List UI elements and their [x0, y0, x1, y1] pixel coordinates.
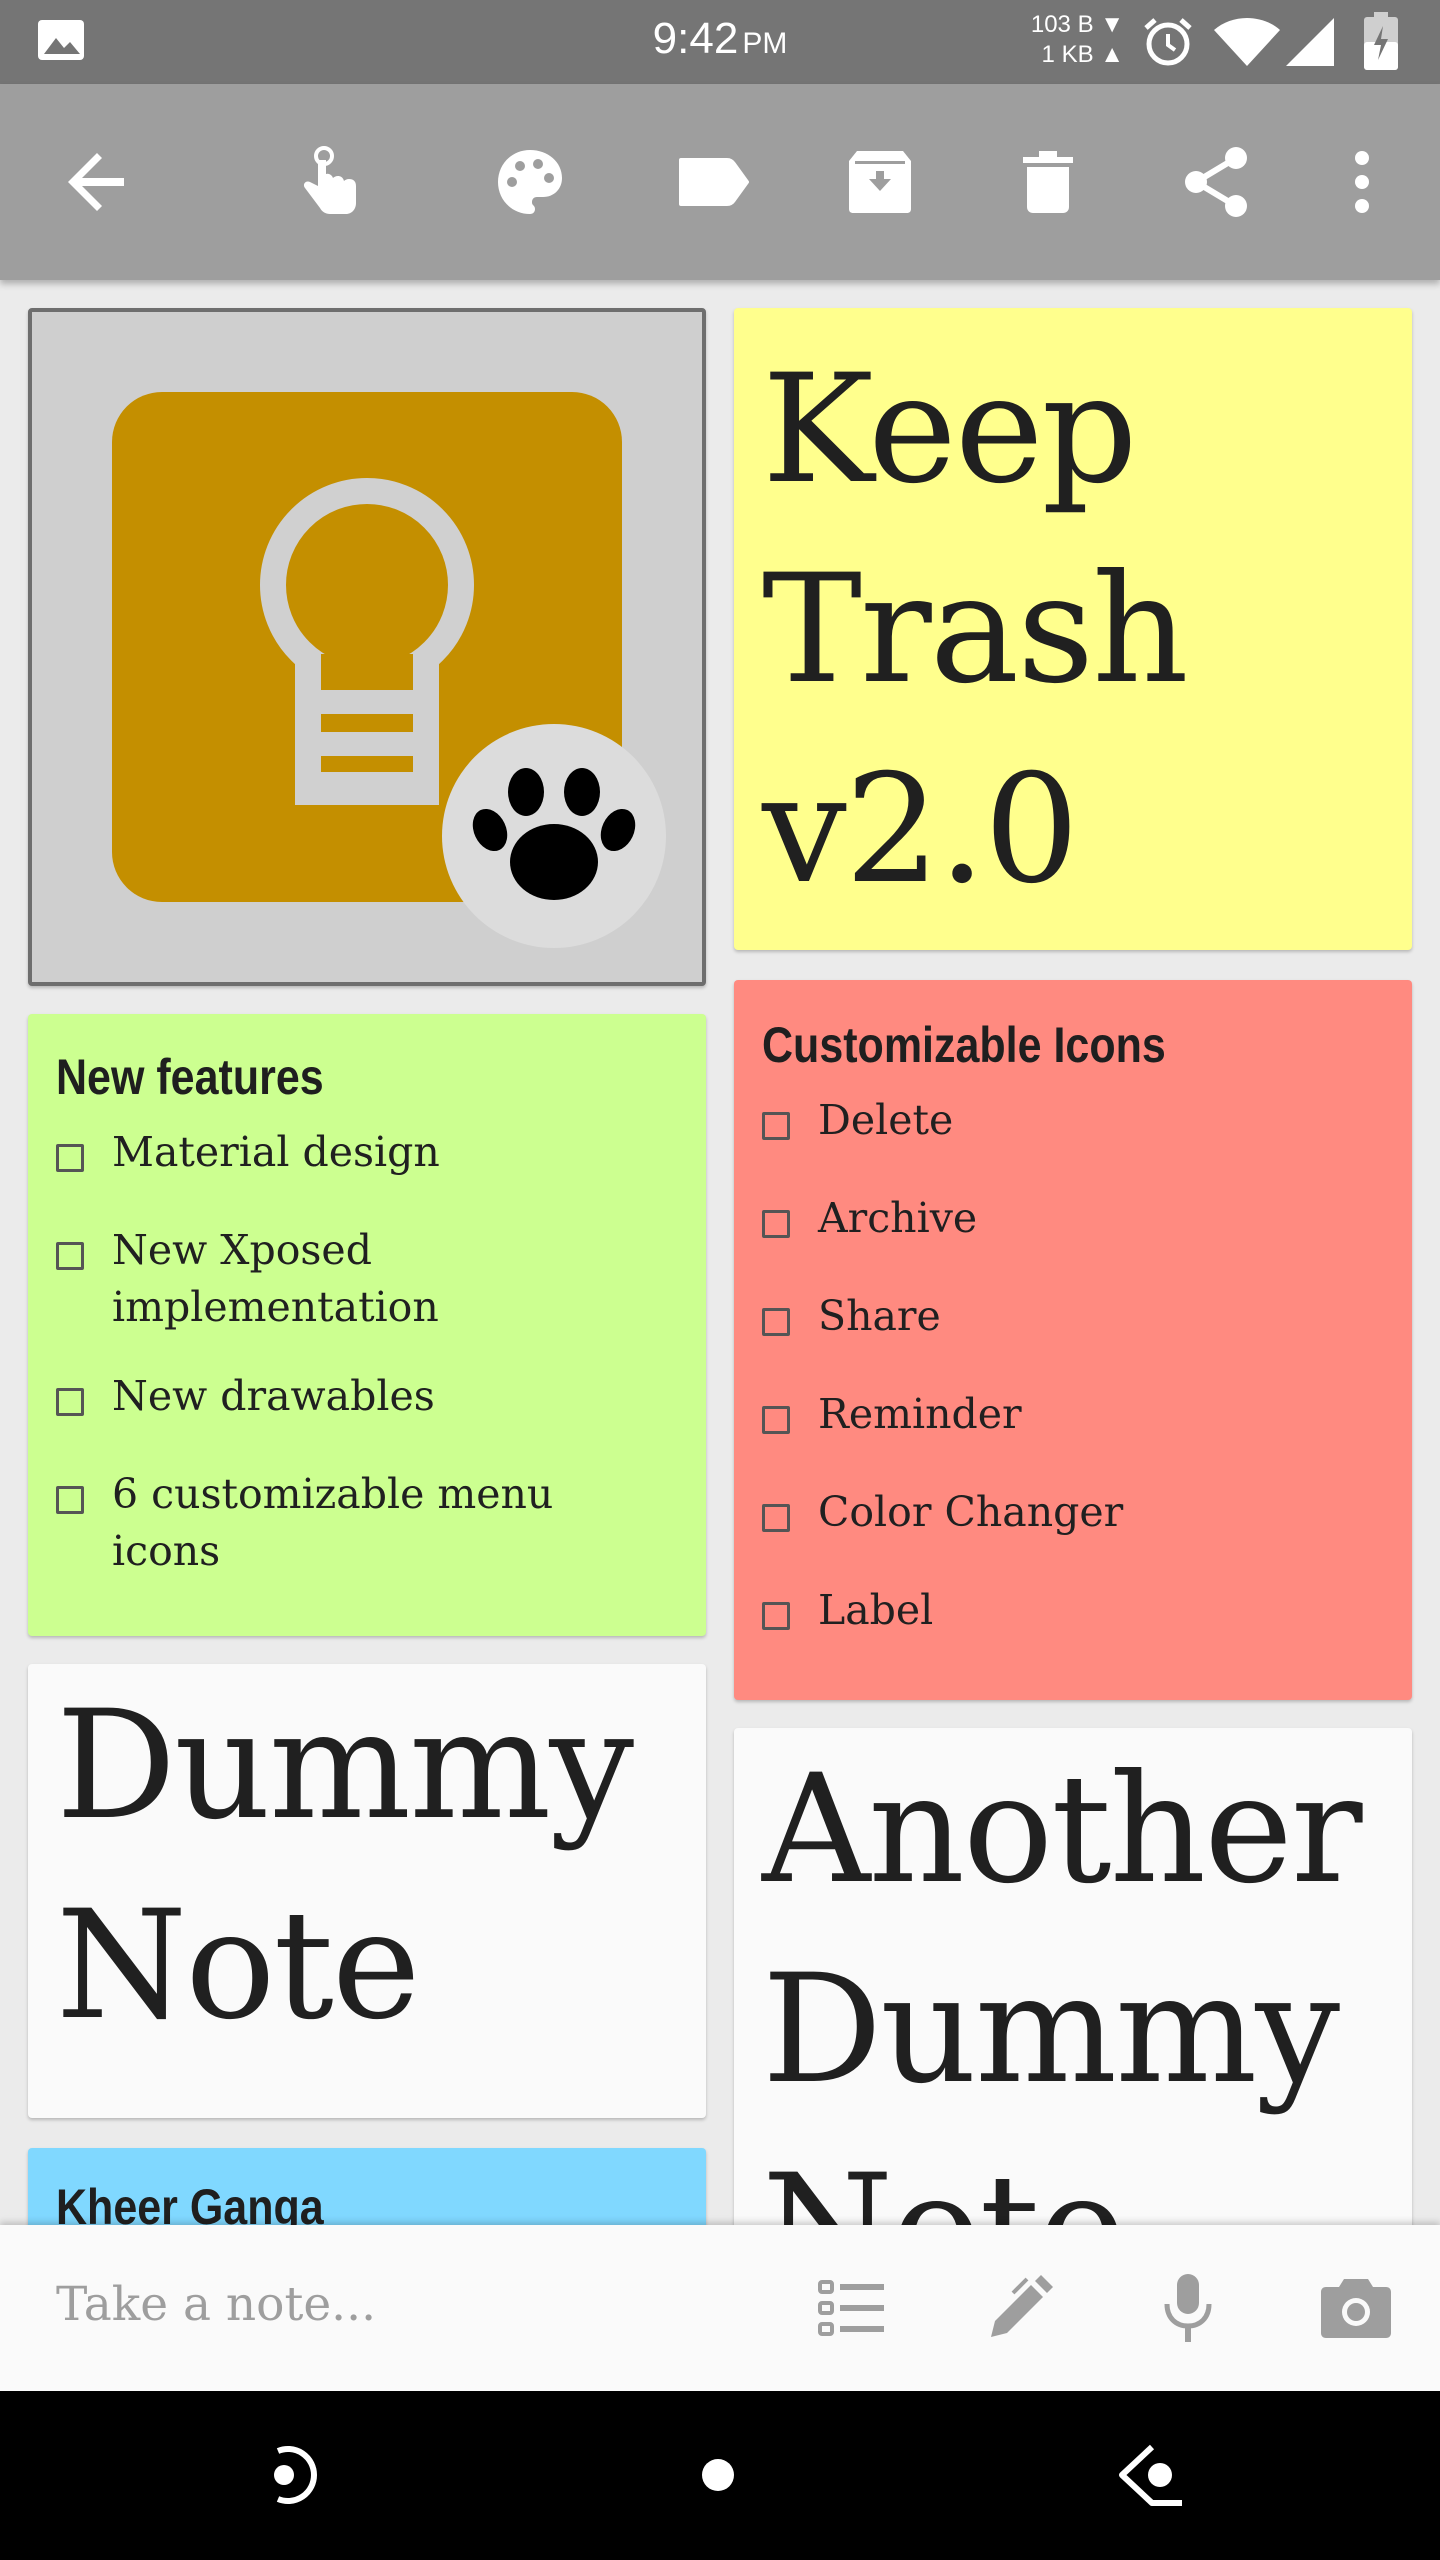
checklist-item: 6 customizable menu icons — [56, 1466, 686, 1580]
notes-grid: Keep Trash v2.0 New features Material de… — [0, 280, 1440, 2225]
share-icon[interactable] — [1166, 132, 1266, 232]
kheer-ganga-note-card[interactable]: Kheer Ganga — [28, 2148, 706, 2225]
image-note-card[interactable] — [28, 308, 706, 986]
note-title: Kheer Ganga — [56, 2179, 324, 2225]
checklist-item: Delete — [762, 1092, 1392, 1149]
system-nav-bar — [0, 2391, 1440, 2560]
checklist-item: Archive — [762, 1190, 1392, 1247]
pen-icon[interactable] — [970, 2258, 1070, 2358]
home-icon[interactable] — [668, 2425, 768, 2525]
network-speed: 103 B ▼ 1 KB ▲ — [1012, 10, 1124, 70]
list-icon[interactable] — [802, 2258, 902, 2358]
customizable-icons-note-card[interactable]: Customizable Icons Delete Archive Share … — [734, 980, 1412, 1700]
paw-icon — [442, 724, 666, 948]
status-bar: 9:42 PM 103 B ▼ 1 KB ▲ — [0, 0, 1440, 84]
new-features-note-card[interactable]: New features Material design New Xposed i… — [28, 1014, 706, 1636]
checkbox-icon[interactable] — [56, 1242, 84, 1270]
checkbox-icon[interactable] — [762, 1112, 790, 1140]
dummy-note-card[interactable]: Dummy Note — [28, 1664, 706, 2118]
checklist-item: New drawables — [56, 1368, 686, 1425]
note-title-line: Another — [762, 1743, 1363, 1917]
palette-icon[interactable] — [480, 132, 580, 232]
note-title-line: v2.0 — [762, 743, 1079, 917]
note-title-line: Dummy — [762, 1943, 1340, 2117]
checkbox-icon[interactable] — [56, 1144, 84, 1172]
net-up-text: 1 KB ▲ — [1041, 41, 1124, 68]
checklist-item: Material design — [56, 1124, 686, 1181]
label-icon[interactable] — [663, 132, 763, 232]
note-title: Customizable Icons — [762, 1017, 1166, 1073]
pin-icon[interactable] — [280, 132, 380, 232]
net-down-text: 103 B ▼ — [1030, 11, 1124, 38]
checkbox-icon[interactable] — [762, 1504, 790, 1532]
back-arrow-icon[interactable] — [48, 132, 148, 232]
note-title-line: Keep — [762, 343, 1138, 517]
keep-trash-note-card[interactable]: Keep Trash v2.0 — [734, 308, 1412, 950]
mic-icon[interactable] — [1138, 2258, 1238, 2358]
more-vert-icon[interactable] — [1312, 132, 1412, 232]
signal-icon — [1284, 14, 1336, 75]
checkbox-icon[interactable] — [56, 1388, 84, 1416]
checklist-item: New Xposed implementation — [56, 1222, 686, 1336]
wifi-icon — [1212, 14, 1282, 75]
checkbox-icon[interactable] — [762, 1602, 790, 1630]
checkbox-icon[interactable] — [762, 1406, 790, 1434]
checkbox-icon[interactable] — [762, 1308, 790, 1336]
take-note-bar: Take a note... — [0, 2225, 1440, 2391]
checklist-item: Label — [762, 1582, 1392, 1639]
another-dummy-note-card[interactable]: Another Dummy Note — [734, 1728, 1412, 2225]
take-note-input[interactable]: Take a note... — [56, 2277, 376, 2332]
battery-icon — [1364, 12, 1398, 75]
alarm-icon — [1140, 14, 1196, 75]
back-icon[interactable] — [1100, 2425, 1200, 2525]
checkbox-icon[interactable] — [56, 1486, 84, 1514]
checklist-item: Reminder — [762, 1386, 1392, 1443]
camera-icon[interactable] — [1306, 2258, 1406, 2358]
delete-icon[interactable] — [998, 132, 1098, 232]
archive-icon[interactable] — [830, 132, 930, 232]
checkbox-icon[interactable] — [762, 1210, 790, 1238]
action-toolbar — [0, 84, 1440, 280]
checklist-item: Share — [762, 1288, 1392, 1345]
note-title-line: Note — [56, 1879, 421, 2053]
checklist-item: Color Changer — [762, 1484, 1392, 1541]
note-title-line: Dummy — [56, 1679, 634, 1853]
recents-icon[interactable] — [240, 2425, 340, 2525]
note-title-line: Trash — [762, 543, 1189, 717]
note-title-line: Note — [762, 2130, 1361, 2225]
note-title: New features — [56, 1049, 324, 1105]
